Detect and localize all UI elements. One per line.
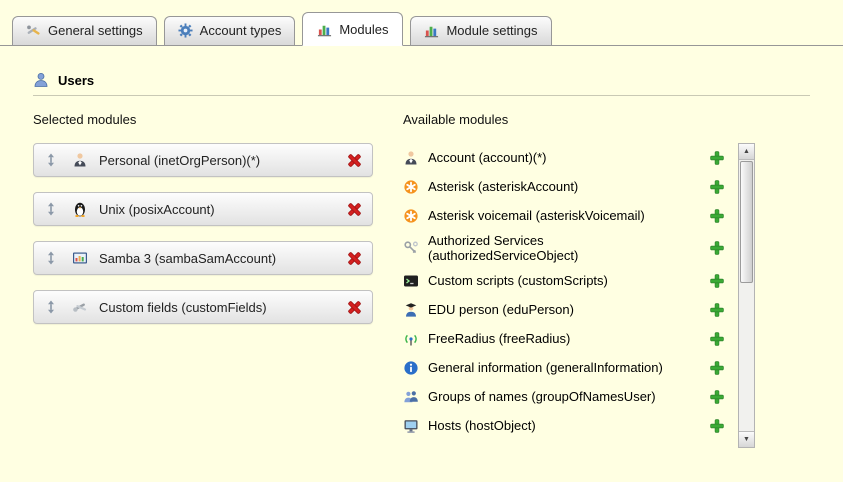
info-icon: [403, 360, 419, 376]
drag-handle-icon[interactable]: [43, 250, 59, 266]
person-icon: [72, 152, 88, 168]
selected-module-label: Samba 3 (sambaSamAccount): [99, 251, 276, 266]
penguin-icon: [72, 201, 88, 217]
add-module-icon[interactable]: [709, 208, 725, 224]
available-module-row: Authorized Services (authorizedServiceOb…: [403, 230, 733, 267]
radius-antenna-icon: [403, 331, 419, 347]
add-module-icon[interactable]: [709, 240, 725, 256]
selected-module-label: Personal (inetOrgPerson)(*): [99, 153, 260, 168]
add-module-icon[interactable]: [709, 150, 725, 166]
available-module-row: General information (generalInformation): [403, 354, 733, 383]
tab-label: General settings: [48, 23, 143, 38]
scroll-down-icon[interactable]: ▼: [739, 431, 754, 447]
selected-module-row[interactable]: Unix (posixAccount): [33, 192, 373, 226]
available-module-label: Groups of names (groupOfNamesUser): [428, 389, 656, 404]
available-module-row: Account (account)(*): [403, 143, 733, 172]
tab-bar: General settings Account types Modules M…: [0, 0, 843, 46]
selected-module-label: Custom fields (customFields): [99, 300, 267, 315]
asterisk-icon: [403, 179, 419, 195]
available-modules-column: Available modules Account (account)(*) A…: [403, 112, 755, 448]
remove-module-icon[interactable]: [346, 201, 363, 218]
scrollbar-thumb[interactable]: [740, 161, 753, 283]
add-module-icon[interactable]: [709, 273, 725, 289]
available-module-row: Hosts (hostObject): [403, 412, 733, 441]
modules-tab-content: Users Selected modules Personal (inetOrg…: [0, 46, 843, 448]
selected-module-row[interactable]: Samba 3 (sambaSamAccount): [33, 241, 373, 275]
asterisk-icon: [403, 208, 419, 224]
available-module-row: Asterisk (asteriskAccount): [403, 172, 733, 201]
remove-module-icon[interactable]: [346, 299, 363, 316]
selected-module-row[interactable]: Custom fields (customFields): [33, 290, 373, 324]
edu-person-icon: [403, 302, 419, 318]
section-title: Users: [58, 73, 94, 88]
add-module-icon[interactable]: [709, 360, 725, 376]
selected-module-row[interactable]: Personal (inetOrgPerson)(*): [33, 143, 373, 177]
add-module-icon[interactable]: [709, 331, 725, 347]
available-module-row: Groups of names (groupOfNamesUser): [403, 383, 733, 412]
available-module-label: Hosts (hostObject): [428, 418, 536, 433]
samba-icon: [72, 250, 88, 266]
add-module-icon[interactable]: [709, 418, 725, 434]
tab-modules[interactable]: Modules: [302, 12, 403, 46]
user-icon: [33, 72, 49, 88]
available-module-label: EDU person (eduPerson): [428, 302, 574, 317]
remove-module-icon[interactable]: [346, 152, 363, 169]
available-module-label: Asterisk voicemail (asteriskVoicemail): [428, 208, 645, 223]
available-modules-list: Account (account)(*) Asterisk (asteriskA…: [403, 143, 755, 448]
group-icon: [403, 389, 419, 405]
available-module-label: Asterisk (asteriskAccount): [428, 179, 578, 194]
available-module-label: FreeRadius (freeRadius): [428, 331, 570, 346]
tools-icon: [26, 23, 41, 38]
drag-handle-icon[interactable]: [43, 299, 59, 315]
available-module-row: Custom scripts (customScripts): [403, 267, 733, 296]
wrench-icon: [72, 299, 88, 315]
tab-general-settings[interactable]: General settings: [12, 16, 157, 45]
users-section-header: Users: [33, 72, 810, 88]
add-module-icon[interactable]: [709, 389, 725, 405]
available-module-label: Custom scripts (customScripts): [428, 273, 608, 288]
services-icon: [403, 240, 419, 256]
drag-handle-icon[interactable]: [43, 152, 59, 168]
selected-modules-column: Selected modules Personal (inetOrgPerson…: [33, 112, 373, 448]
selected-modules-heading: Selected modules: [33, 112, 373, 127]
available-modules-heading: Available modules: [403, 112, 755, 127]
available-module-label: General information (generalInformation): [428, 360, 663, 375]
add-module-icon[interactable]: [709, 302, 725, 318]
remove-module-icon[interactable]: [346, 250, 363, 267]
section-divider: [33, 95, 810, 96]
tab-module-settings[interactable]: Module settings: [410, 16, 551, 45]
add-module-icon[interactable]: [709, 179, 725, 195]
lam-configuration-page: General settings Account types Modules M…: [0, 0, 843, 482]
available-module-label: Authorized Services (authorizedServiceOb…: [428, 233, 690, 264]
tab-account-types[interactable]: Account types: [164, 16, 296, 45]
chart-icon: [424, 23, 439, 38]
selected-module-label: Unix (posixAccount): [99, 202, 215, 217]
drag-handle-icon[interactable]: [43, 201, 59, 217]
tab-label: Module settings: [446, 23, 537, 38]
available-module-label: Account (account)(*): [428, 150, 547, 165]
script-icon: [403, 273, 419, 289]
available-module-row: FreeRadius (freeRadius): [403, 325, 733, 354]
tab-label: Modules: [339, 22, 388, 37]
available-module-row: Asterisk voicemail (asteriskVoicemail): [403, 201, 733, 230]
gear-icon: [178, 23, 193, 38]
available-module-row: EDU person (eduPerson): [403, 296, 733, 325]
vertical-scrollbar[interactable]: ▲ ▼: [738, 143, 755, 448]
tab-label: Account types: [200, 23, 282, 38]
host-monitor-icon: [403, 418, 419, 434]
chart-icon: [317, 22, 332, 37]
person-icon: [403, 150, 419, 166]
scroll-up-icon[interactable]: ▲: [739, 144, 754, 160]
